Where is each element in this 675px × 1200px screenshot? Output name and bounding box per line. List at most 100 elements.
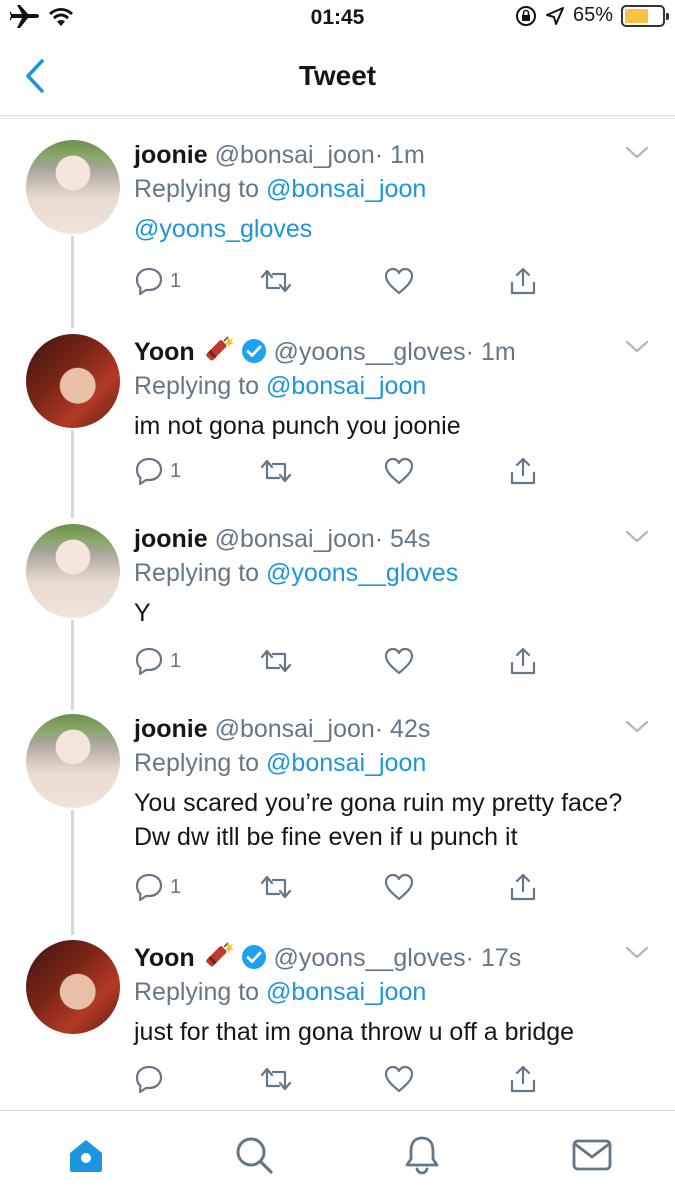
share-button[interactable]: [508, 872, 538, 902]
reply-icon: [135, 267, 163, 296]
like-button[interactable]: [384, 872, 414, 902]
like-button[interactable]: [384, 266, 414, 296]
chevron-down-icon[interactable]: [625, 946, 649, 960]
display-name[interactable]: joonie: [134, 141, 208, 169]
handle[interactable]: @yoons__gloves: [274, 944, 466, 972]
tweet-actions: 1: [134, 646, 554, 680]
replying-to: Replying to @bonsai_joon: [134, 174, 655, 204]
firecracker-icon: [205, 336, 234, 361]
retweet-button[interactable]: [258, 872, 294, 902]
share-icon: [510, 873, 536, 901]
notifications-icon[interactable]: [400, 1133, 444, 1177]
tweet-header: joonie @bonsai_joon· 1m: [134, 140, 655, 170]
location-icon: [545, 6, 564, 25]
like-button[interactable]: [384, 646, 414, 676]
mention-link[interactable]: @yoons_gloves: [134, 215, 312, 243]
retweet-button[interactable]: [258, 456, 294, 486]
handle[interactable]: @bonsai_joon: [215, 715, 375, 743]
bottom-tab-bar: [0, 1110, 675, 1200]
reply-icon: [135, 873, 163, 902]
status-bar: 01:45 65%: [0, 0, 675, 40]
search-icon[interactable]: [232, 1133, 276, 1177]
tweet-actions: [134, 1064, 554, 1098]
display-name[interactable]: Yoon: [134, 944, 195, 972]
replying-to-link[interactable]: @bonsai_joon: [266, 175, 426, 203]
replying-to: Replying to @bonsai_joon: [134, 371, 655, 401]
share-button[interactable]: [508, 1064, 538, 1094]
like-button[interactable]: [384, 1064, 414, 1094]
share-icon: [510, 647, 536, 675]
page-title: Tweet: [298, 60, 377, 91]
replying-label: Replying to: [134, 559, 260, 587]
chevron-down-icon[interactable]: [625, 720, 649, 734]
battery-level: [625, 8, 649, 23]
replying-to-link[interactable]: @bonsai_joon: [266, 978, 426, 1006]
thread-line: [71, 810, 74, 935]
share-button[interactable]: [508, 646, 538, 676]
avatar[interactable]: [26, 334, 120, 428]
reply-button[interactable]: 1: [134, 456, 181, 486]
tweet-text: Y: [134, 599, 151, 627]
retweet-button[interactable]: [258, 1064, 294, 1094]
home-icon[interactable]: [64, 1133, 108, 1177]
handle[interactable]: @bonsai_joon: [215, 525, 375, 553]
share-icon: [510, 457, 536, 485]
chevron-down-icon[interactable]: [625, 340, 649, 354]
reply-count: 1: [170, 459, 182, 482]
handle[interactable]: @yoons__gloves: [274, 338, 466, 366]
retweet-icon: [260, 649, 292, 673]
like-button[interactable]: [384, 456, 414, 486]
display-name[interactable]: joonie: [134, 525, 208, 553]
tweet-header: Yoon @yoons__gloves· 1m: [134, 334, 655, 367]
reply-button[interactable]: 1: [134, 872, 181, 902]
reply-count: 1: [170, 269, 182, 292]
replying-to-link[interactable]: @bonsai_joon: [266, 372, 426, 400]
replying-label: Replying to: [134, 372, 260, 400]
replying-label: Replying to: [134, 978, 260, 1006]
display-name[interactable]: Yoon: [134, 338, 195, 366]
reply-button[interactable]: 1: [134, 266, 181, 296]
share-button[interactable]: [508, 456, 538, 486]
replying-label: Replying to: [134, 749, 260, 777]
retweet-icon: [260, 459, 292, 483]
retweet-button[interactable]: [258, 646, 294, 676]
firecracker-icon: [205, 942, 234, 967]
tweet-text: You scared you’re gona ruin my pretty fa…: [134, 789, 623, 851]
replying-to-link[interactable]: @yoons__gloves: [266, 559, 458, 587]
tweet-text: im not gona punch you joonie: [134, 412, 461, 440]
replying-to-link[interactable]: @bonsai_joon: [266, 749, 426, 777]
heart-icon: [384, 267, 414, 295]
tweet-text: just for that im gona throw u off a brid…: [134, 1018, 575, 1046]
display-name[interactable]: joonie: [134, 715, 208, 743]
tweet-actions: 1: [134, 266, 554, 300]
reply-button[interactable]: [134, 1064, 170, 1094]
tweet-time: · 1m: [465, 338, 516, 366]
tweet-time: · 1m: [374, 141, 425, 169]
messages-icon[interactable]: [570, 1133, 614, 1177]
tweet-text: @yoons_gloves: [134, 212, 655, 246]
handle[interactable]: @bonsai_joon: [215, 141, 375, 169]
status-right: 65%: [515, 4, 669, 27]
chevron-down-icon[interactable]: [625, 146, 649, 160]
verified-badge-icon: [241, 945, 266, 969]
replying-to: Replying to @bonsai_joon: [134, 977, 655, 1007]
share-icon: [510, 1065, 536, 1093]
share-button[interactable]: [508, 266, 538, 296]
thread-line: [71, 236, 74, 328]
retweet-button[interactable]: [258, 266, 294, 296]
battery-icon: [621, 4, 669, 27]
tweet-header: joonie @bonsai_joon· 42s: [134, 714, 655, 744]
heart-icon: [384, 873, 414, 901]
avatar[interactable]: [26, 140, 120, 234]
tweet-time: · 54s: [374, 525, 431, 553]
tweet-time: · 42s: [374, 715, 431, 743]
reply-count: 1: [170, 875, 182, 898]
reply-button[interactable]: 1: [134, 646, 181, 676]
chevron-down-icon[interactable]: [625, 530, 649, 544]
tweet-header: joonie @bonsai_joon· 54s: [134, 524, 655, 554]
avatar[interactable]: [26, 714, 120, 808]
avatar[interactable]: [26, 524, 120, 618]
reply-icon: [135, 1065, 163, 1094]
thread-line: [71, 430, 74, 518]
avatar[interactable]: [26, 940, 120, 1034]
